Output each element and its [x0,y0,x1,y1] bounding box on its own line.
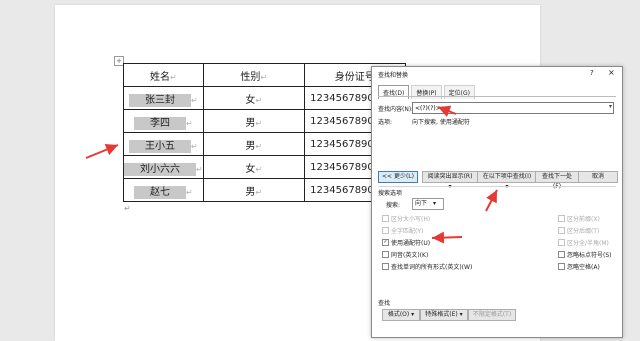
arrow-to-find-in-button [485,189,498,212]
arrow-to-find-field [437,105,457,117]
arrow-to-table [85,143,119,159]
annotation-arrows [85,105,498,244]
arrow-to-wildcards [431,231,463,244]
